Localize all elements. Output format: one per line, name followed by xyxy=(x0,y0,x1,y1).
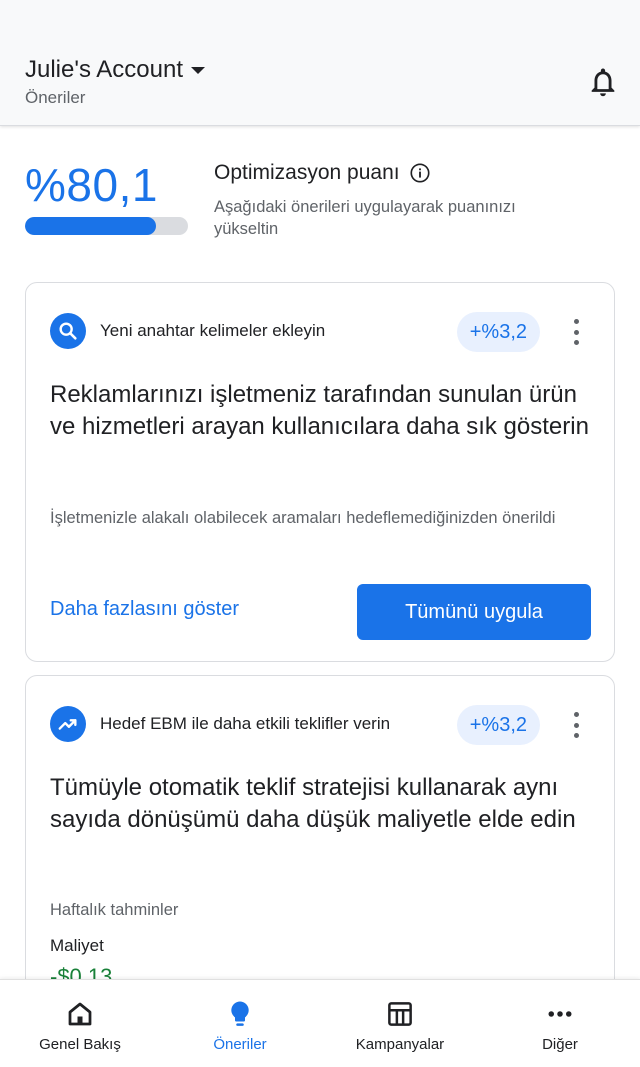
notifications-bell-icon[interactable] xyxy=(586,64,620,100)
account-name: Julie's Account xyxy=(25,56,184,83)
nav-item-overview[interactable]: Genel Bakış xyxy=(0,980,160,1067)
nav-item-campaigns[interactable]: Kampanyalar xyxy=(320,980,480,1067)
card-title: Tümüyle otomatik teklif stratejisi kulla… xyxy=(50,774,576,833)
apply-all-button[interactable]: Tümünü uygula xyxy=(357,584,591,640)
card-header: Yeni anahtar kelimeler ekleyin xyxy=(50,313,325,349)
show-more-button[interactable]: Daha fazlasını göster xyxy=(50,598,239,621)
score-uplift-badge: +%3,2 xyxy=(456,705,540,745)
more-horiz-icon xyxy=(544,998,576,1030)
card-header: Hedef EBM ile daha etkili teklifler veri… xyxy=(50,706,390,742)
recommendation-card-target-cpa: Hedef EBM ile daha etkili teklifler veri… xyxy=(25,675,615,1015)
table-icon xyxy=(384,998,416,1030)
lightbulb-icon xyxy=(224,998,256,1030)
optimization-score-title: Optimizasyon puanı xyxy=(214,161,431,185)
card-category-label: Hedef EBM ile daha etkili teklifler veri… xyxy=(100,714,391,733)
optimization-score-description: Aşağıdaki önerileri uygulayarak puanınız… xyxy=(214,198,516,238)
nav-label: Diğer xyxy=(542,1036,578,1053)
dropdown-caret-icon xyxy=(191,66,206,74)
optimization-score-fill xyxy=(25,217,156,235)
nav-label: Genel Bakış xyxy=(39,1036,121,1053)
optimization-score-bar xyxy=(25,217,188,235)
optimization-score-label: Optimizasyon puanı xyxy=(214,161,400,184)
search-icon xyxy=(50,313,86,349)
nav-label: Öneriler xyxy=(213,1036,267,1053)
home-icon xyxy=(64,998,96,1030)
score-uplift-badge: +%3,2 xyxy=(456,312,540,352)
score-block: %80,1 xyxy=(25,160,158,210)
weekly-estimates-label: Haftalık tahminler xyxy=(50,901,179,919)
card-category-label: Yeni anahtar kelimeler ekleyin xyxy=(100,321,326,340)
cost-label: Maliyet xyxy=(50,936,104,955)
nav-label: Kampanyalar xyxy=(355,1036,445,1053)
info-icon[interactable] xyxy=(409,162,431,184)
recommendation-card-keywords: Yeni anahtar kelimeler ekleyin +%3,2 Rek… xyxy=(25,282,615,662)
trending-up-icon xyxy=(50,706,86,742)
bottom-navigation: Genel Bakış Öneriler Kampanyalar Diğer xyxy=(0,979,640,1067)
nav-item-more[interactable]: Diğer xyxy=(480,980,640,1067)
optimization-score-value: %80,1 xyxy=(25,159,158,211)
more-vert-icon[interactable] xyxy=(564,710,588,740)
page-subtitle: Öneriler xyxy=(25,88,86,107)
account-switcher[interactable]: Julie's Account xyxy=(25,56,206,84)
nav-item-recommendations[interactable]: Öneriler xyxy=(160,980,320,1067)
app-bar: Julie's Account Öneriler xyxy=(0,0,640,126)
more-vert-icon[interactable] xyxy=(564,317,588,347)
card-title: Reklamlarınızı işletmeniz tarafından sun… xyxy=(50,381,589,440)
card-description: İşletmenizle alakalı olabilecek aramalar… xyxy=(50,509,556,527)
